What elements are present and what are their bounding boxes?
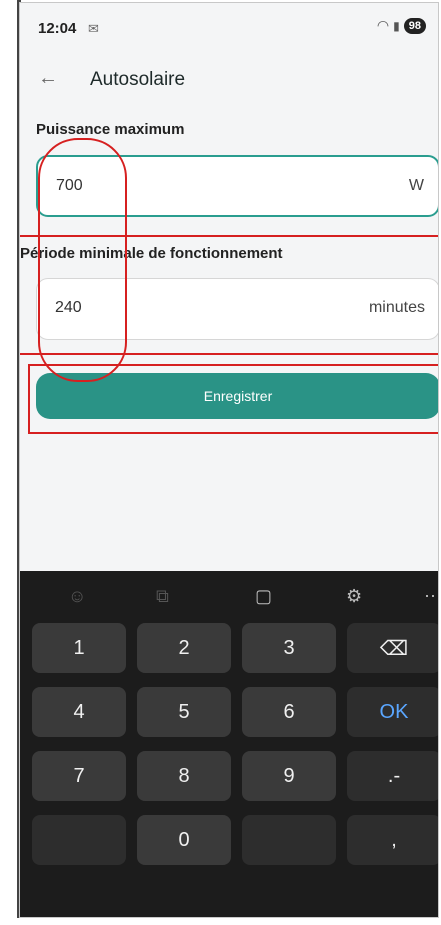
- signal-icon: ▮: [393, 18, 400, 33]
- page-title: Autosolaire: [90, 69, 186, 90]
- key-8[interactable]: 8: [137, 751, 231, 801]
- max-power-unit: W: [408, 177, 424, 194]
- dot-dash-key[interactable]: .-: [347, 751, 438, 801]
- sticker-icon[interactable]: ⧉: [156, 586, 169, 607]
- numeric-keyboard: ☺ ⧉ ▢ ⚙ ⋯ 1 2 3 ⌫ 4 5 6 OK 7 8 9 .- 0 ,: [20, 571, 438, 917]
- blank-key-2: [242, 815, 336, 865]
- backspace-key[interactable]: ⌫: [347, 623, 438, 673]
- status-bar: 12:04 ✉ ◠ ▮ 98: [20, 3, 438, 53]
- key-1[interactable]: 1: [32, 623, 126, 673]
- key-3[interactable]: 3: [242, 623, 336, 673]
- battery-badge: 98: [403, 17, 426, 34]
- key-5[interactable]: 5: [137, 687, 231, 737]
- key-6[interactable]: 6: [242, 687, 336, 737]
- key-0[interactable]: 0: [137, 815, 231, 865]
- settings-icon[interactable]: ⚙: [346, 586, 362, 607]
- status-icons: ◠ ▮ 98: [377, 17, 426, 34]
- phone-screen: 12:04 ✉ ◠ ▮ 98 ← Autosolaire Puissance m…: [19, 2, 439, 918]
- blank-key: [32, 815, 126, 865]
- key-9[interactable]: 9: [242, 751, 336, 801]
- more-icon[interactable]: ⋯: [424, 586, 438, 607]
- annotation-rect-fields: [20, 235, 438, 355]
- key-7[interactable]: 7: [32, 751, 126, 801]
- emoji-icon[interactable]: ☺: [68, 586, 86, 607]
- app-bar: ← Autosolaire: [20, 53, 438, 105]
- wifi-icon: ◠: [376, 17, 390, 33]
- status-time: 12:04: [38, 20, 77, 37]
- ok-key[interactable]: OK: [347, 687, 438, 737]
- key-4[interactable]: 4: [32, 687, 126, 737]
- comma-key[interactable]: ,: [347, 815, 438, 865]
- key-2[interactable]: 2: [137, 623, 231, 673]
- annotation-rect-button: [28, 364, 438, 434]
- max-power-label: Puissance maximum: [36, 121, 185, 138]
- clipboard-icon[interactable]: ▢: [255, 586, 272, 607]
- keyboard-toolbar: ☺ ⧉ ▢ ⚙ ⋯: [20, 571, 438, 623]
- mail-icon: ✉: [88, 21, 99, 36]
- back-arrow-icon[interactable]: ←: [38, 67, 58, 90]
